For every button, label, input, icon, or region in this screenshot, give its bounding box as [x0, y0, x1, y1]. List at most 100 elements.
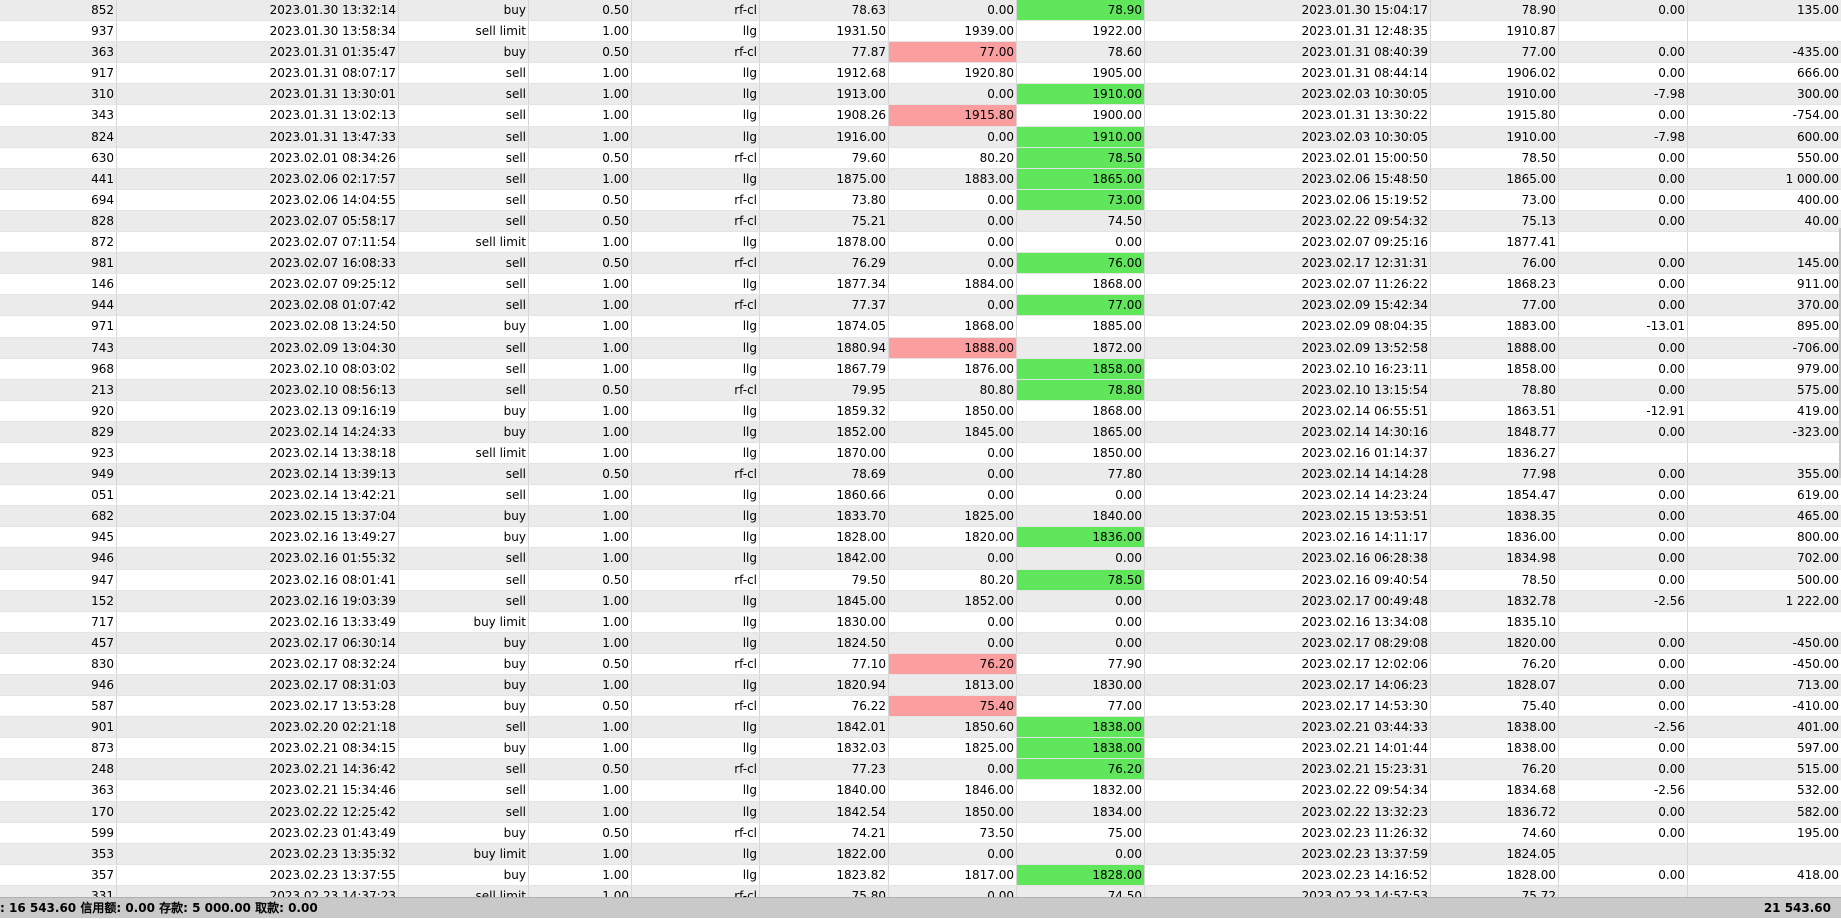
- table-row[interactable]: 599 2023.02.23 01:43:49 buy 0.50 rf-cl 74.21 7…: [0, 822, 1841, 844]
- stop-loss-cell: 0.00: [889, 232, 1017, 253]
- profit-cell: -450.00: [1792, 656, 1839, 671]
- profit-cell: 619.00: [1797, 488, 1839, 503]
- table-row[interactable]: 357 2023.02.23 13:37:55 buy 1.00 llg 1823.82 1…: [0, 864, 1841, 886]
- table-row[interactable]: 944 2023.02.08 01:07:42 sell 1.00 rf-cl 77.37…: [0, 295, 1841, 317]
- table-row[interactable]: 829 2023.02.14 14:24:33 buy 1.00 llg 1852.00 1…: [0, 421, 1841, 443]
- table-row[interactable]: 441 2023.02.06 02:17:57 sell 1.00 llg 1875.00…: [0, 168, 1841, 190]
- close-price-cell: 76.20: [1431, 653, 1559, 674]
- stop-loss-cell: 0.00: [889, 253, 1017, 274]
- table-row[interactable]: 353 2023.02.23 13:35:32 buy limit 1.00 llg 18…: [0, 843, 1841, 865]
- swap-cell: -7.98: [1559, 126, 1688, 147]
- table-row[interactable]: 830 2023.02.17 08:32:24 buy 0.50 rf-cl 77.10 7…: [0, 653, 1841, 675]
- order-type-cell: sell limit: [399, 232, 529, 253]
- table-row[interactable]: 968 2023.02.10 08:03:02 sell 1.00 llg 1867.79…: [0, 358, 1841, 380]
- close-price-cell: 1910.00: [1431, 84, 1559, 105]
- table-row[interactable]: 743 2023.02.09 13:04:30 sell 1.00 llg 1880.94…: [0, 337, 1841, 359]
- table-row[interactable]: 310 2023.01.31 13:30:01 sell 1.00 llg 1913.00…: [0, 84, 1841, 106]
- table-row[interactable]: 917 2023.01.31 08:07:17 sell 1.00 llg 1912.68…: [0, 63, 1841, 85]
- stop-loss-cell: 0.00: [889, 885, 1017, 897]
- take-profit-cell: 78.60: [1017, 42, 1145, 63]
- open-time-cell: 2023.02.14 13:38:18: [117, 442, 399, 464]
- open-time-cell: 2023.02.23 13:37:55: [117, 864, 399, 885]
- open-time-cell: 2023.01.31 13:47:33: [117, 126, 399, 147]
- symbol-cell: rf-cl: [632, 759, 760, 780]
- swap-cell: [1559, 885, 1688, 897]
- table-row[interactable]: 949 2023.02.14 13:39:13 sell 0.50 rf-cl 78.69…: [0, 464, 1841, 486]
- open-price-cell: 1931.50: [760, 21, 889, 42]
- table-row[interactable]: 051 2023.02.14 13:42:21 sell 1.00 llg 1860.66…: [0, 485, 1841, 507]
- volume-cell: 1.00: [529, 632, 632, 653]
- table-row[interactable]: 363 2023.02.21 15:34:46 sell 1.00 llg 1840.00…: [0, 780, 1841, 802]
- table-row[interactable]: 457 2023.02.17 06:30:14 buy 1.00 llg 1824.50 0…: [0, 632, 1841, 654]
- table-row[interactable]: 920 2023.02.13 09:16:19 buy 1.00 llg 1859.32 1…: [0, 400, 1841, 422]
- open-price-cell: 1877.34: [760, 274, 889, 295]
- table-row[interactable]: 923 2023.02.14 13:38:18 sell limit 1.00 llg 1…: [0, 442, 1841, 465]
- order-id-cell: 146: [0, 274, 117, 295]
- order-type-cell: buy limit: [399, 843, 529, 864]
- table-row[interactable]: 146 2023.02.07 09:25:12 sell 1.00 llg 1877.34…: [0, 274, 1841, 296]
- table-row[interactable]: 852 2023.01.30 13:32:14 buy 0.50 rf-cl 78.63 0…: [0, 0, 1841, 22]
- table-row[interactable]: 363 2023.01.31 01:35:47 buy 0.50 rf-cl 77.87 7…: [0, 42, 1841, 64]
- table-row[interactable]: 331 2023.02.23 14:37:23 sell limit 1.00 rf-c…: [0, 885, 1841, 897]
- status-bar: : 16 543.60 信用额: 0.00 存款: 5 000.00 取款: 0…: [0, 897, 1841, 918]
- table-row[interactable]: 170 2023.02.22 12:25:42 sell 1.00 llg 1842.54…: [0, 801, 1841, 823]
- swap-cell: 0.00: [1559, 548, 1688, 569]
- close-price-cell: 73.00: [1431, 189, 1559, 210]
- take-profit-cell: 74.50: [1017, 885, 1145, 897]
- table-row[interactable]: 630 2023.02.01 08:34:26 sell 0.50 rf-cl 79.60…: [0, 147, 1841, 169]
- close-time-cell: 2023.02.10 16:23:11: [1145, 358, 1431, 379]
- profit-cell: [1688, 232, 1841, 252]
- table-row[interactable]: 717 2023.02.16 13:33:49 buy limit 1.00 llg 18…: [0, 611, 1841, 633]
- table-row[interactable]: 828 2023.02.07 05:58:17 sell 0.50 rf-cl 75.21…: [0, 210, 1841, 233]
- volume-cell: 1.00: [529, 527, 632, 548]
- close-time-cell: 2023.02.17 14:06:23: [1145, 675, 1431, 696]
- table-row[interactable]: 824 2023.01.31 13:47:33 sell 1.00 llg 1916.00…: [0, 126, 1841, 148]
- open-price-cell: 73.80: [760, 189, 889, 210]
- table-row[interactable]: 872 2023.02.07 07:11:54 sell limit 1.00 llg 1…: [0, 232, 1841, 254]
- swap-cell: 0.00: [1559, 801, 1688, 822]
- close-time-cell: 2023.02.22 13:32:23: [1145, 801, 1431, 822]
- take-profit-cell: 1885.00: [1017, 316, 1145, 337]
- volume-cell: 1.00: [529, 590, 632, 611]
- table-row[interactable]: 248 2023.02.21 14:36:42 sell 0.50 rf-cl 77.23…: [0, 759, 1841, 781]
- order-type-cell: buy: [399, 527, 529, 548]
- open-price-cell: 74.21: [760, 822, 889, 843]
- volume-cell: 1.00: [529, 274, 632, 295]
- order-id-cell: 682: [0, 506, 117, 527]
- open-time-cell: 2023.02.09 13:04:30: [117, 337, 399, 358]
- order-type-cell: sell: [399, 84, 529, 105]
- swap-cell: 0.00: [1559, 189, 1688, 210]
- order-type-cell: buy: [399, 506, 529, 527]
- close-time-cell: 2023.02.03 10:30:05: [1145, 84, 1431, 105]
- close-time-cell: 2023.02.22 09:54:34: [1145, 780, 1431, 801]
- close-price-cell: 1838.35: [1431, 506, 1559, 527]
- open-time-cell: 2023.02.14 13:42:21: [117, 485, 399, 506]
- open-time-cell: 2023.02.16 08:01:41: [117, 569, 399, 590]
- table-row[interactable]: 971 2023.02.08 13:24:50 buy 1.00 llg 1874.05 1…: [0, 316, 1841, 338]
- table-row[interactable]: 946 2023.02.16 01:55:32 sell 1.00 llg 1842.00…: [0, 548, 1841, 570]
- table-row[interactable]: 945 2023.02.16 13:49:27 buy 1.00 llg 1828.00 1…: [0, 527, 1841, 549]
- volume-cell: 1.00: [529, 738, 632, 759]
- table-row[interactable]: 213 2023.02.10 08:56:13 sell 0.50 rf-cl 79.95…: [0, 379, 1841, 401]
- open-time-cell: 2023.02.16 13:49:27: [117, 527, 399, 548]
- table-row[interactable]: 152 2023.02.16 19:03:39 sell 1.00 llg 1845.00…: [0, 590, 1841, 612]
- table-row[interactable]: 682 2023.02.15 13:37:04 buy 1.00 llg 1833.70 1…: [0, 506, 1841, 528]
- table-row[interactable]: 343 2023.01.31 13:02:13 sell 1.00 llg 1908.26…: [0, 105, 1841, 127]
- symbol-cell: llg: [632, 632, 760, 653]
- table-row[interactable]: 937 2023.01.30 13:58:34 sell limit 1.00 llg 1…: [0, 21, 1841, 43]
- table-row[interactable]: 947 2023.02.16 08:01:41 sell 0.50 rf-cl 79.50…: [0, 569, 1841, 591]
- table-row[interactable]: 946 2023.02.17 08:31:03 buy 1.00 llg 1820.94 1…: [0, 675, 1841, 697]
- order-id-cell: 946: [0, 675, 117, 696]
- close-time-cell: 2023.02.17 12:02:06: [1145, 653, 1431, 674]
- order-type-cell: sell: [399, 780, 529, 801]
- table-row[interactable]: 694 2023.02.06 14:04:55 sell 0.50 rf-cl 73.80…: [0, 189, 1841, 211]
- take-profit-cell: 1922.00: [1017, 21, 1145, 42]
- table-row[interactable]: 901 2023.02.20 02:21:18 sell 1.00 llg 1842.01…: [0, 717, 1841, 739]
- table-row[interactable]: 981 2023.02.07 16:08:33 sell 0.50 rf-cl 76.29…: [0, 253, 1841, 275]
- swap-cell: 0.00: [1559, 253, 1688, 274]
- symbol-cell: rf-cl: [632, 696, 760, 717]
- table-row[interactable]: 873 2023.02.21 08:34:15 buy 1.00 llg 1832.03 1…: [0, 738, 1841, 760]
- open-price-cell: 1852.00: [760, 421, 889, 442]
- table-row[interactable]: 587 2023.02.17 13:53:28 buy 0.50 rf-cl 76.22 7…: [0, 696, 1841, 718]
- symbol-cell: llg: [632, 63, 760, 84]
